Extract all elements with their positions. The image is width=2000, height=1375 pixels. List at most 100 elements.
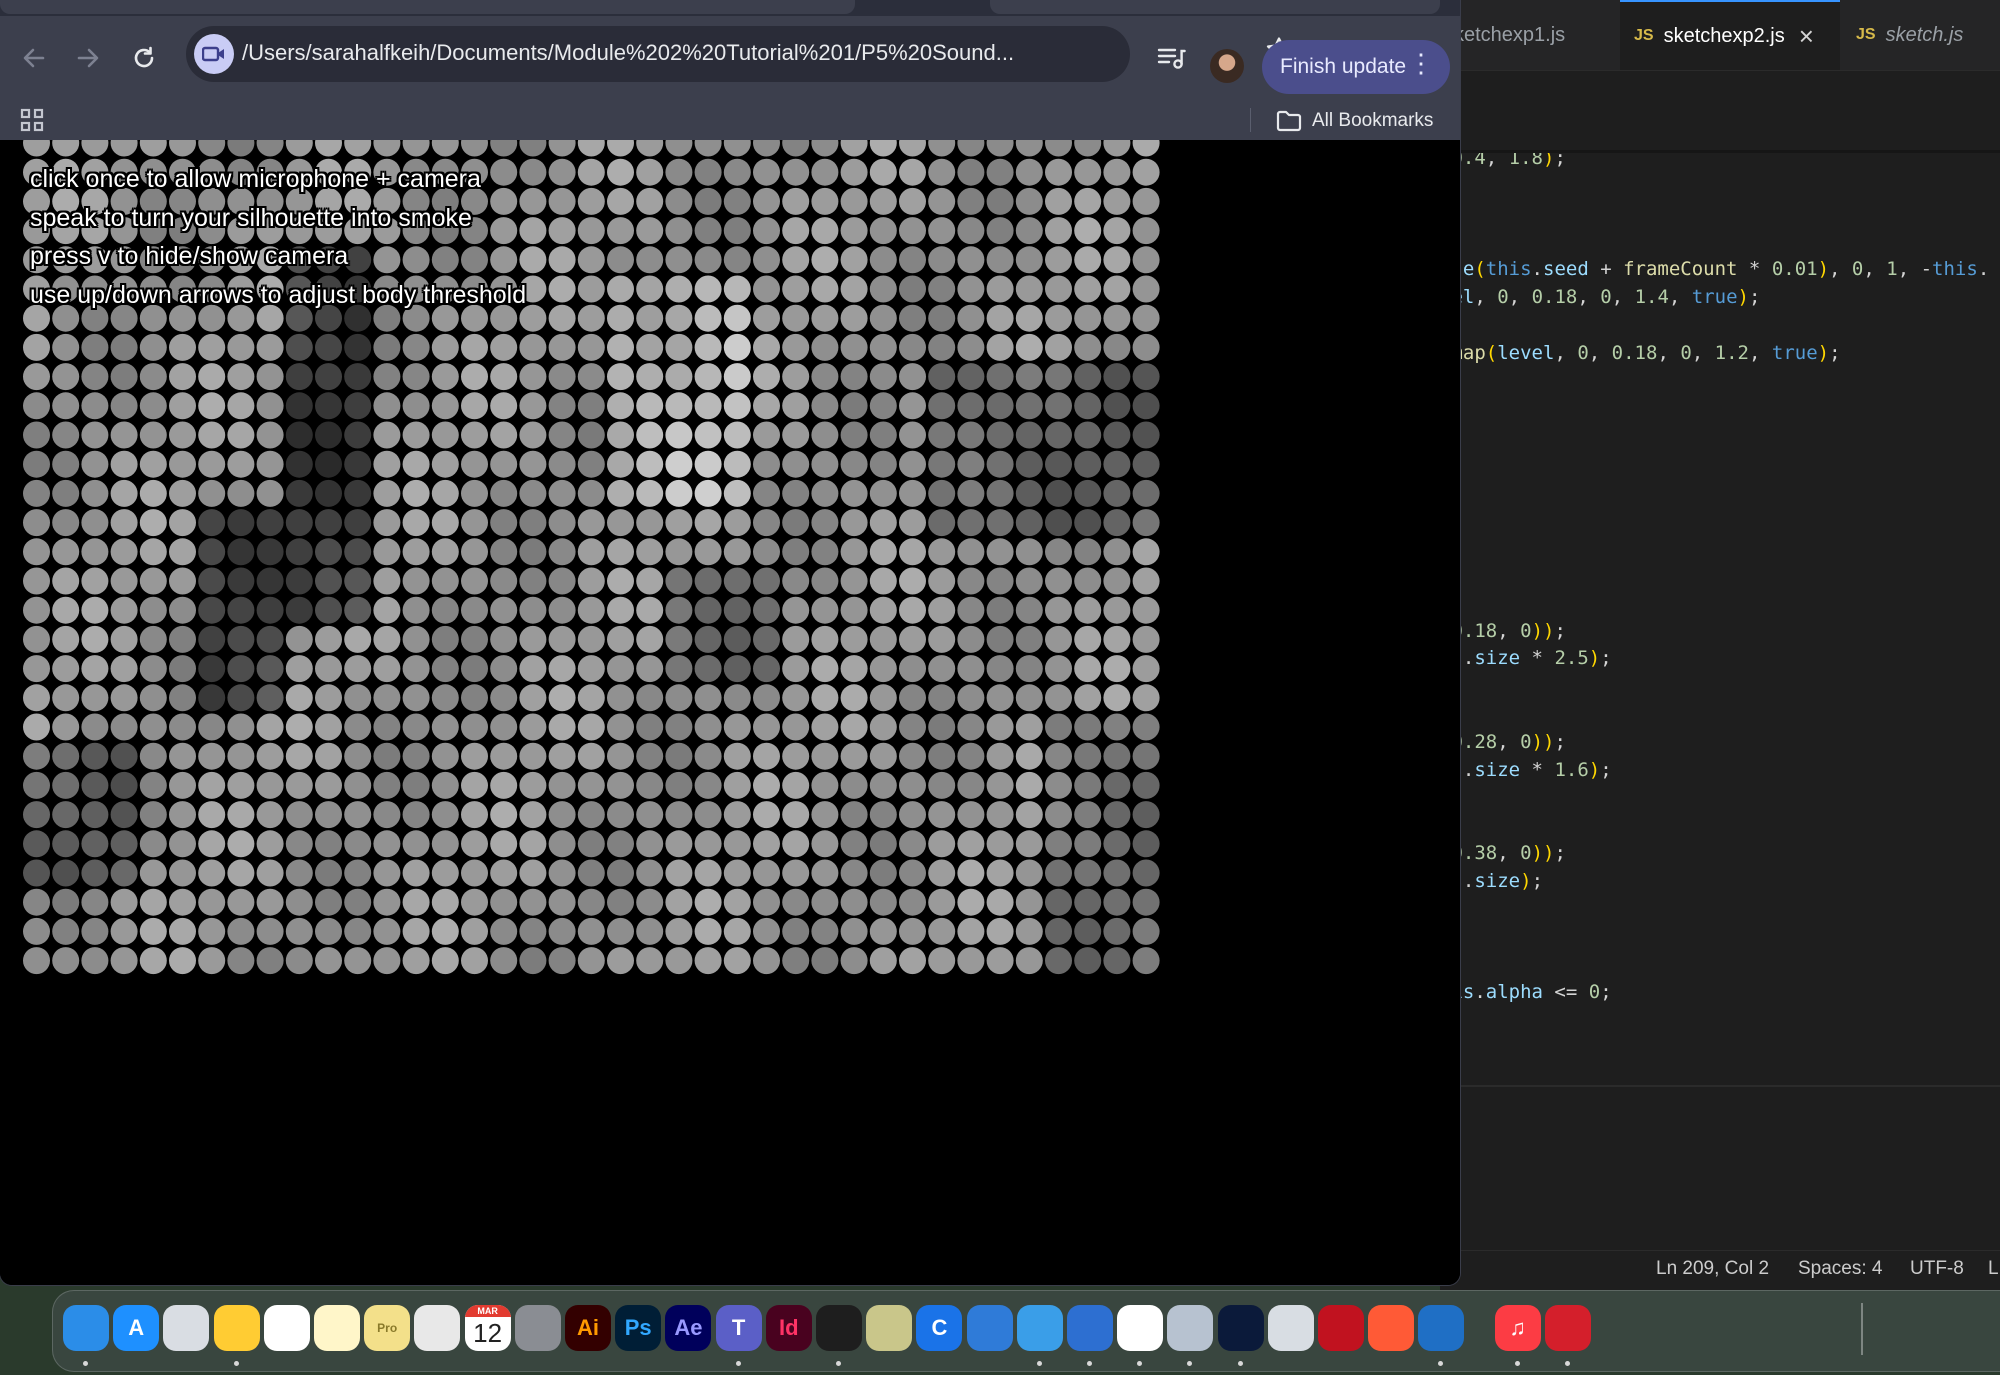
camera-recording-icon[interactable] <box>194 34 234 74</box>
after-effects-icon[interactable]: Ae <box>665 1305 712 1351</box>
halftone-dot <box>344 421 372 449</box>
back-arrow-icon[interactable] <box>12 36 56 80</box>
code-line[interactable]: map(level, 0, 0.18, 0, 1.2, true); <box>1440 342 1840 364</box>
chrome-icon[interactable] <box>1117 1305 1164 1351</box>
illustrator-icon[interactable]: Ai <box>565 1305 611 1351</box>
halftone-dot <box>461 801 488 829</box>
simulator-icon[interactable] <box>1267 1305 1314 1351</box>
encoding-setting[interactable]: UTF-8 <box>1910 1258 1964 1280</box>
indesign-icon[interactable]: Id <box>765 1305 812 1351</box>
music-icon[interactable]: ♫ <box>1494 1305 1541 1351</box>
more-options-icon[interactable]: ⋮ <box>1408 50 1434 76</box>
browser-tab[interactable] <box>990 0 1440 14</box>
halftone-dot <box>577 625 605 653</box>
code-line[interactable]: his.alpha <= 0; <box>1440 981 1612 1003</box>
figma-icon[interactable] <box>816 1305 862 1351</box>
halftone-dot <box>694 596 722 624</box>
tab-sketch[interactable]: JS sketch.js <box>1842 0 2000 70</box>
halftone-dot <box>548 392 576 420</box>
halftone-dot <box>928 187 956 215</box>
browser-tab[interactable] <box>0 0 855 14</box>
brave-icon[interactable] <box>1368 1305 1415 1351</box>
calendar-icon[interactable]: MAR 12 <box>464 1305 511 1351</box>
code-line[interactable]: is.size * 2.5); <box>1440 647 1612 669</box>
halftone-dot <box>928 655 956 683</box>
address-bar[interactable]: /Users/sarahalfkeih/Documents/Module%202… <box>186 26 1292 82</box>
roblox-icon[interactable] <box>414 1305 461 1351</box>
scissors-icon[interactable] <box>1016 1305 1063 1351</box>
halftone-dot <box>81 509 109 537</box>
code-line[interactable]: ise(this.seed + frameCount * 0.01), 0, 1… <box>1440 258 1989 280</box>
launchpad-icon[interactable] <box>163 1305 210 1351</box>
system-settings-icon[interactable] <box>514 1305 561 1351</box>
halftone-dot <box>490 140 518 157</box>
app-store-icon[interactable]: A <box>113 1305 160 1351</box>
halftone-dot <box>957 304 985 332</box>
halftone-dot <box>344 596 372 624</box>
halftone-dot <box>723 830 751 858</box>
url-text[interactable]: /Users/sarahalfkeih/Documents/Module%202… <box>242 40 1062 66</box>
halftone-dot <box>1015 625 1043 653</box>
code-line[interactable]: vel, 0, 0.18, 0, 1.4, true); <box>1440 286 1760 308</box>
preview-icon[interactable] <box>1167 1305 1214 1351</box>
all-bookmarks-button[interactable]: All Bookmarks <box>1276 106 1433 136</box>
halftone-dot <box>490 421 518 449</box>
tab-ketchexp1[interactable]: ketchexp1.js <box>1440 0 1618 70</box>
halftone-dot <box>899 509 926 537</box>
media-controls-icon[interactable] <box>1156 46 1186 77</box>
frame-tool-icon[interactable] <box>966 1305 1013 1351</box>
profile-avatar[interactable] <box>1210 49 1244 83</box>
stickies-icon[interactable]: Pro <box>364 1305 411 1351</box>
teams-icon[interactable]: T <box>715 1305 762 1351</box>
capture-icon[interactable] <box>866 1305 913 1351</box>
halftone-dot <box>782 246 810 274</box>
halftone-dot <box>402 888 430 916</box>
notes-icon[interactable] <box>314 1305 360 1351</box>
close-icon[interactable]: × <box>1799 23 1814 49</box>
cloud-mail-icon[interactable] <box>1067 1305 1113 1351</box>
finish-update-button[interactable]: Finish update ⋮ <box>1262 40 1450 94</box>
halftone-dot <box>899 333 926 361</box>
reload-icon[interactable] <box>122 36 166 80</box>
photo-booth-icon[interactable] <box>1544 1305 1591 1351</box>
halftone-dot <box>431 830 459 858</box>
dock-icon-glyph: ♫ <box>1509 1315 1526 1340</box>
running-indicator <box>1036 1361 1042 1366</box>
photoshop-icon[interactable]: Ps <box>615 1305 662 1351</box>
code-area[interactable]: (0.4, 1.8);ise(this.seed + frameCount * … <box>1440 153 2000 1083</box>
code-line[interactable]: is.size * 1.6); <box>1440 759 1612 781</box>
halftone-dot <box>548 450 576 478</box>
halftone-dot <box>957 187 985 215</box>
halftone-dot <box>1103 304 1131 332</box>
halftone-dot <box>548 217 576 245</box>
folder-icon <box>1276 110 1302 132</box>
forward-arrow-icon[interactable] <box>66 36 110 80</box>
line-ending-setting[interactable]: L <box>1988 1258 1999 1280</box>
codepen-icon[interactable]: C <box>916 1305 963 1351</box>
indentation-setting[interactable]: Spaces: 4 <box>1798 1258 1883 1280</box>
halftone-dot <box>490 771 518 799</box>
finder-icon[interactable] <box>63 1305 109 1351</box>
dock-divider <box>1861 1303 1863 1355</box>
halftone-dot <box>577 479 605 507</box>
halftone-dot <box>198 801 226 829</box>
halftone-dot <box>315 684 342 712</box>
halftone-dot <box>636 392 664 420</box>
halftone-dot <box>402 333 430 361</box>
halftone-dot <box>753 801 780 829</box>
tab-sketchexp2[interactable]: JS sketchexp2.js × <box>1620 0 1840 70</box>
halftone-dot <box>431 479 459 507</box>
cursor-position[interactable]: Ln 209, Col 2 <box>1656 1258 1769 1280</box>
cinema4d-icon[interactable] <box>1217 1305 1264 1351</box>
halftone-dot <box>402 625 430 653</box>
p5-sketch-canvas[interactable]: click once to allow microphone + camera … <box>0 140 1460 1285</box>
halftone-dot <box>723 217 751 245</box>
apps-grid-icon[interactable] <box>20 108 44 137</box>
halftone-dot <box>928 947 956 975</box>
halftone-dot <box>1045 859 1072 887</box>
halftone-dot <box>899 450 926 478</box>
acrobat-icon[interactable] <box>1318 1305 1364 1351</box>
vscode-icon[interactable] <box>1418 1305 1465 1351</box>
photos-icon[interactable] <box>263 1305 310 1351</box>
cyberduck-icon[interactable] <box>213 1305 260 1351</box>
